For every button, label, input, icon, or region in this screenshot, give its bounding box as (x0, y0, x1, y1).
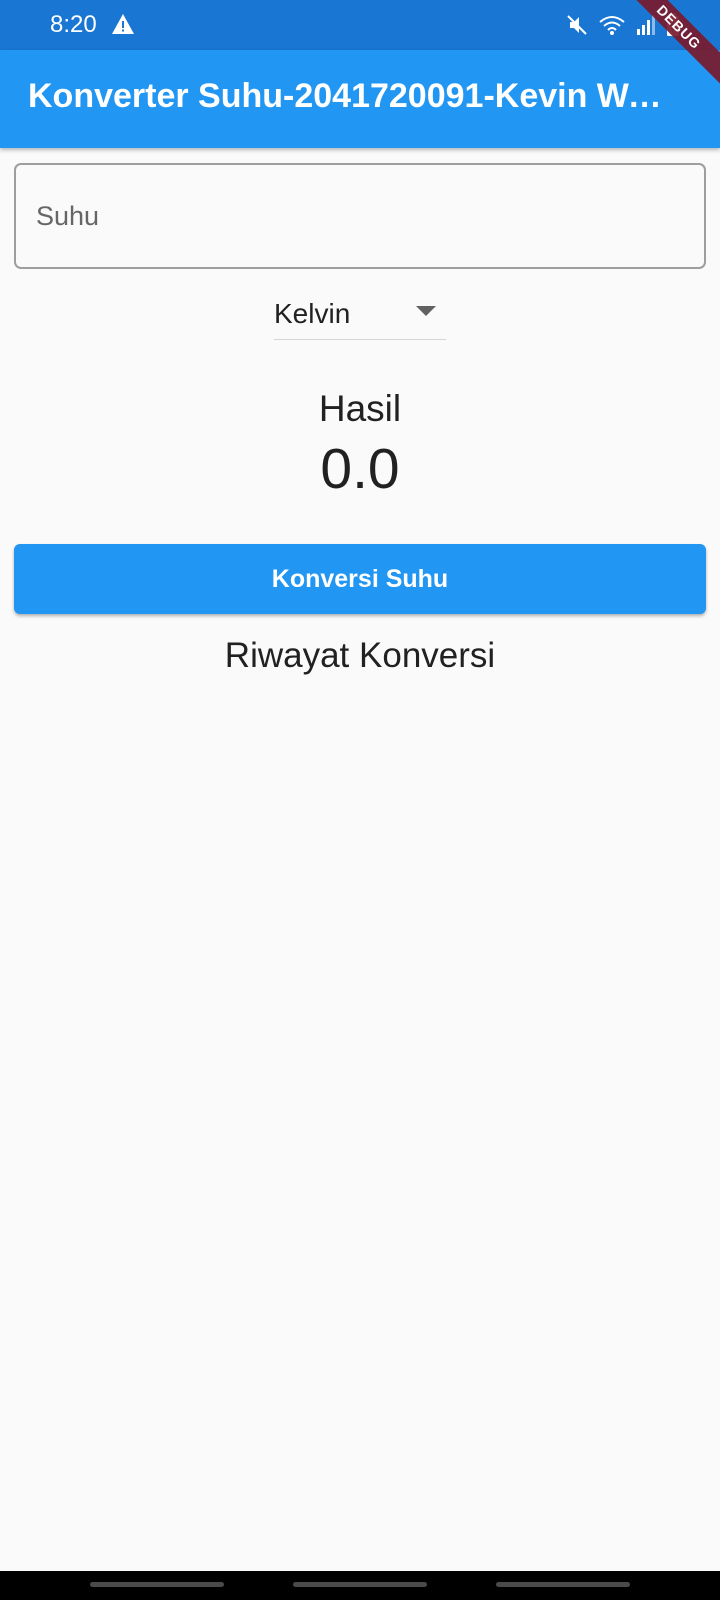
nav-home-pill[interactable] (293, 1582, 427, 1587)
arrow-drop-down-icon (416, 306, 436, 316)
warning-icon (112, 14, 134, 34)
status-time: 8:20 (50, 11, 97, 38)
nav-back-pill[interactable] (496, 1582, 630, 1587)
unit-dropdown-value: Kelvin (274, 297, 351, 329)
nav-recents-pill[interactable] (90, 1582, 224, 1587)
result-label: Hasil (318, 388, 402, 429)
result-value: 0.0 (320, 437, 400, 501)
wifi-icon (599, 16, 625, 35)
mute-icon (567, 15, 587, 35)
convert-button[interactable]: Konversi Suhu (14, 544, 706, 614)
history-title: Riwayat Konversi (224, 636, 496, 675)
suhu-field[interactable] (14, 163, 706, 269)
app-title: Konverter Suhu-2041720091-Kevin Wahyu La… (28, 77, 678, 115)
app-screen: 8:20 DEBUG Konverter Suhu-2041720091-Kev… (0, 0, 720, 1600)
suhu-input[interactable] (16, 165, 704, 267)
app-bar: Konverter Suhu-2041720091-Kevin Wahyu La… (0, 50, 720, 148)
unit-dropdown[interactable]: Kelvin (274, 288, 446, 340)
status-bar: 8:20 (0, 0, 720, 50)
